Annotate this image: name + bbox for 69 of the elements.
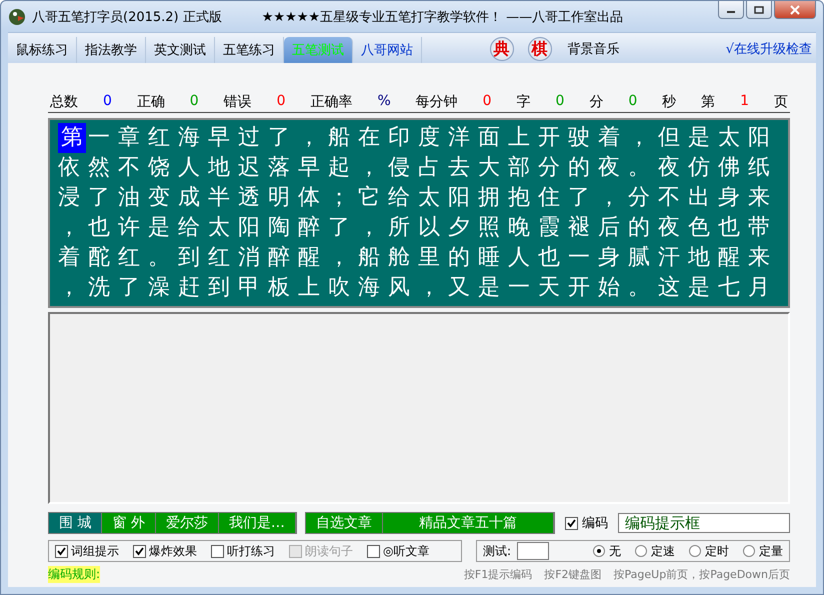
stat-value: % bbox=[377, 93, 391, 111]
shortcut-hint: 按F1提示编码 bbox=[464, 567, 532, 582]
radio-button[interactable] bbox=[689, 545, 701, 557]
radio-button[interactable] bbox=[743, 545, 755, 557]
close-icon bbox=[790, 4, 800, 14]
checkbox-label: ◎听文章 bbox=[383, 542, 430, 560]
stat-value: 0 bbox=[190, 93, 199, 111]
stat-label: 错误 bbox=[224, 93, 252, 111]
stat-value: 0 bbox=[555, 93, 564, 111]
passage-line: 依然不饶人地迟落早起，侵占去大部分的夜。夜仿佛纸 bbox=[58, 154, 779, 182]
stat-value: 0 bbox=[482, 93, 492, 111]
parrot-icon bbox=[8, 8, 26, 26]
maximize-button[interactable] bbox=[746, 1, 772, 19]
stat-label: 第 bbox=[701, 93, 716, 111]
radio-label: 无 bbox=[609, 542, 621, 560]
checkbox-label: 听打练习 bbox=[227, 542, 275, 560]
article-button[interactable]: 精品文章五十篇 bbox=[382, 513, 554, 533]
radio-button[interactable] bbox=[593, 545, 605, 557]
passage-line: 一章红海早过了，船在印度洋面上开驶着，但是太阳 bbox=[88, 124, 778, 152]
stat-value: 1 bbox=[740, 93, 750, 111]
stat-label: 每分钟 bbox=[416, 93, 458, 111]
stat-label: 总数 bbox=[50, 93, 78, 111]
upgrade-link[interactable]: √在线升级检查 bbox=[726, 40, 812, 58]
checkbox[interactable] bbox=[133, 544, 146, 558]
stat-value: 0 bbox=[102, 93, 112, 111]
passage-line: ，也许是给太阳陶醉了，所以夕照晚霞褪后的夜色也带 bbox=[58, 214, 779, 242]
maximize-icon bbox=[754, 6, 764, 14]
code-hint-field[interactable]: 编码提示框 bbox=[618, 513, 790, 533]
close-button[interactable] bbox=[774, 1, 816, 19]
radio-button[interactable] bbox=[635, 545, 647, 557]
shortcut-hint: 按PageUp前页，按PageDown后页 bbox=[614, 567, 790, 582]
shortcut-hint: 按F2键盘图 bbox=[544, 567, 602, 582]
code-rule-label: 编码规则: bbox=[48, 566, 100, 583]
window-subtitle: ★★★★★五星级专业五笔打字教学软件！ ——八哥工作室出品 bbox=[262, 8, 624, 26]
passage-line: 浸了油变成半透明体；它给太阳拥抱住了，分不出身来 bbox=[58, 184, 779, 212]
chess-button[interactable]: 棋 bbox=[528, 37, 552, 61]
current-char: 第 bbox=[58, 123, 86, 153]
checkbox[interactable] bbox=[564, 516, 578, 530]
stat-label: 页 bbox=[774, 93, 788, 111]
article-tab[interactable]: 爱尔莎 bbox=[156, 513, 219, 533]
article-button[interactable]: 自选文章 bbox=[306, 513, 383, 533]
checkbox-label: 词组提示 bbox=[71, 542, 119, 560]
stat-value: 0 bbox=[628, 93, 638, 111]
checkbox[interactable] bbox=[211, 544, 224, 558]
passage-line: 着酡红。到红消醉醒，船舱里的睡人也一身腻汗地醒来 bbox=[58, 244, 779, 272]
radio-label: 定量 bbox=[759, 542, 783, 560]
checkbox[interactable] bbox=[55, 544, 68, 558]
stat-label: 秒 bbox=[662, 93, 676, 111]
stat-label: 字 bbox=[516, 93, 531, 111]
window-title: 八哥五笔打字员(2015.2) 正式版 bbox=[32, 8, 222, 26]
radio-label: 定速 bbox=[651, 542, 675, 560]
stat-label: 分 bbox=[589, 93, 604, 111]
article-tab[interactable]: 围 城 bbox=[49, 513, 102, 533]
stat-value: 0 bbox=[276, 93, 286, 111]
stat-label: 正确 bbox=[136, 93, 165, 111]
test-input-field[interactable] bbox=[517, 542, 550, 560]
stat-label: 正确率 bbox=[310, 93, 352, 111]
test-label: 测试: bbox=[483, 542, 512, 560]
checkbox-label: 爆炸效果 bbox=[149, 542, 197, 560]
radio-label: 定时 bbox=[705, 542, 729, 560]
minimize-button[interactable] bbox=[718, 1, 744, 19]
passage-line: ，洗了澡赶到甲板上吹海风，又是一天开始。这是七月 bbox=[58, 274, 779, 302]
checkbox-label: 编码 bbox=[582, 515, 608, 532]
checkbox-label: 朗读句子 bbox=[305, 542, 353, 560]
article-tab[interactable]: 窗 外 bbox=[102, 513, 156, 533]
dictionary-button[interactable]: 典 bbox=[490, 37, 514, 61]
background-music-link[interactable]: 背景音乐 bbox=[568, 40, 620, 58]
checkbox[interactable] bbox=[367, 544, 380, 558]
article-tab[interactable]: 我们是… bbox=[218, 513, 296, 533]
